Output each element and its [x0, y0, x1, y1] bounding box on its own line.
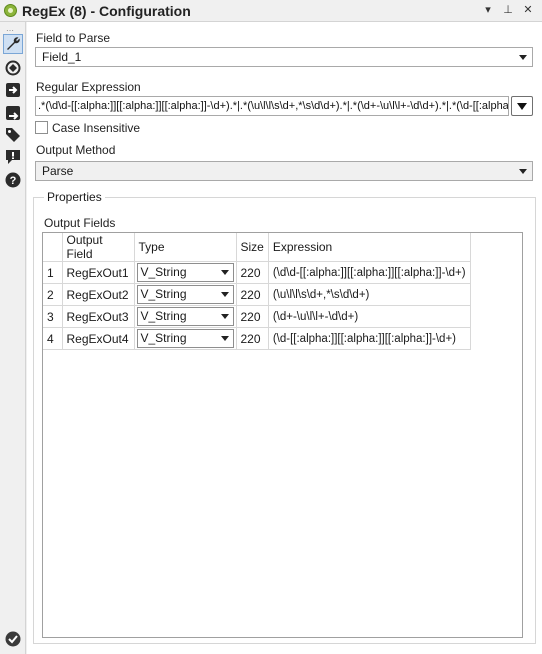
type-value: V_String — [140, 331, 187, 345]
regex-options-button[interactable] — [511, 96, 533, 116]
connection-icon[interactable] — [3, 58, 23, 78]
table-row[interactable]: 2 RegExOut2 V_String 220 (\u\l\l\s\d+,*\… — [43, 283, 471, 306]
close-icon[interactable]: ✕ — [520, 2, 536, 18]
title-bar: RegEx (8) - Configuration ▾ ⊥ ✕ — [0, 0, 542, 22]
chevron-down-icon — [517, 103, 527, 110]
help-icon[interactable]: ? — [3, 170, 23, 190]
chevron-down-icon — [220, 292, 229, 297]
field-to-parse-label: Field to Parse — [36, 31, 111, 45]
size-cell[interactable]: 220 — [236, 327, 269, 350]
check-ok-icon — [5, 631, 21, 650]
tag-icon[interactable] — [3, 125, 23, 145]
type-dropdown[interactable]: V_String — [136, 329, 234, 348]
type-dropdown[interactable]: V_String — [136, 285, 234, 304]
panel-menu-dropdown-icon[interactable]: ▾ — [480, 2, 496, 18]
pin-icon[interactable]: ⊥ — [500, 2, 516, 18]
output-field-cell[interactable]: RegExOut2 — [62, 283, 135, 306]
error-icon[interactable] — [3, 147, 23, 167]
output-field-cell[interactable]: RegExOut3 — [62, 305, 135, 328]
properties-label: Properties — [44, 190, 105, 204]
expression-cell: (\d\d-[[:alpha:]][[:alpha:]][[:alpha:]]-… — [268, 261, 471, 284]
chevron-down-icon — [220, 314, 229, 319]
svg-text:?: ? — [10, 175, 17, 187]
table-header-row: Output Field Type Size Expression — [43, 233, 471, 262]
row-index: 1 — [43, 261, 63, 284]
regular-expression-input[interactable]: .*(\d\d-[[:alpha:]][[:alpha:]][[:alpha:]… — [35, 96, 509, 116]
type-value: V_String — [140, 309, 187, 323]
chevron-down-icon — [220, 270, 229, 275]
output-field-cell[interactable]: RegExOut4 — [62, 327, 135, 350]
row-index: 3 — [43, 305, 63, 328]
input-arrow-icon[interactable] — [3, 80, 23, 100]
output-fields-label: Output Fields — [44, 216, 116, 230]
chevron-down-icon — [519, 169, 527, 174]
chevron-down-icon — [519, 55, 527, 60]
type-dropdown[interactable]: V_String — [136, 307, 234, 326]
output-fields-table: Output Field Type Size Expression 1 RegE… — [43, 233, 471, 350]
window-title: RegEx (8) - Configuration — [22, 2, 191, 19]
column-header-index — [43, 233, 63, 262]
table-row[interactable]: 3 RegExOut3 V_String 220 (\d+-\u\l\l+-\d… — [43, 305, 471, 328]
type-value: V_String — [140, 287, 187, 301]
table-row[interactable]: 1 RegExOut1 V_String 220 (\d\d-[[:alpha:… — [43, 261, 471, 284]
type-dropdown[interactable]: V_String — [136, 263, 234, 282]
size-cell[interactable]: 220 — [236, 305, 269, 328]
type-value: V_String — [140, 265, 187, 279]
regex-tool-icon — [4, 4, 17, 17]
field-to-parse-value: Field_1 — [42, 50, 82, 64]
column-header-expression[interactable]: Expression — [268, 233, 471, 262]
output-method-value: Parse — [42, 164, 74, 178]
output-field-cell[interactable]: RegExOut1 — [62, 261, 135, 284]
field-to-parse-dropdown[interactable]: Field_1 — [35, 47, 533, 67]
size-cell[interactable]: 220 — [236, 261, 269, 284]
expression-cell: (\u\l\l\s\d+,*\s\d\d+) — [268, 283, 471, 306]
column-header-output-field[interactable]: Output Field — [62, 233, 135, 262]
column-header-size[interactable]: Size — [236, 233, 269, 262]
case-insensitive-checkbox[interactable] — [35, 121, 48, 134]
regular-expression-label: Regular Expression — [36, 80, 141, 94]
chevron-down-icon — [220, 336, 229, 341]
case-insensitive-label: Case Insensitive — [52, 121, 141, 135]
column-header-type[interactable]: Type — [134, 233, 237, 262]
row-index: 4 — [43, 327, 63, 350]
size-cell[interactable]: 220 — [236, 283, 269, 306]
configuration-panel: Field to Parse Field_1 Regular Expressio… — [27, 22, 542, 654]
expression-cell: (\d+-\u\l\l+-\d\d+) — [268, 305, 471, 328]
output-arrow-icon[interactable] — [3, 103, 23, 123]
left-toolbar: ⋯ ? — [0, 22, 26, 654]
row-index: 2 — [43, 283, 63, 306]
configuration-wrench-icon[interactable] — [3, 34, 23, 54]
output-method-dropdown[interactable]: Parse — [35, 161, 533, 181]
expression-cell: (\d-[[:alpha:]][[:alpha:]][[:alpha:]]-\d… — [268, 327, 471, 350]
output-fields-grid[interactable]: Output Field Type Size Expression 1 RegE… — [42, 232, 523, 638]
table-row[interactable]: 4 RegExOut4 V_String 220 (\d-[[:alpha:]]… — [43, 327, 471, 350]
output-method-label: Output Method — [36, 143, 116, 157]
